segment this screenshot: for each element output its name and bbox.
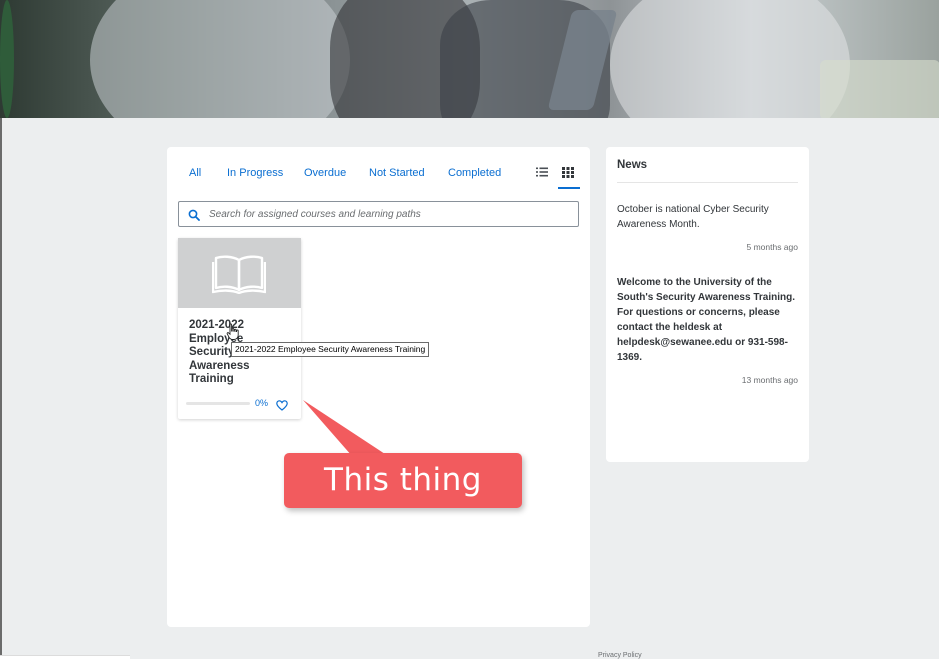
news-title: News	[617, 159, 648, 171]
course-thumbnail	[178, 238, 301, 308]
grid-icon[interactable]	[558, 165, 580, 189]
tab-overdue[interactable]: Overdue	[304, 167, 346, 179]
tab-completed[interactable]: Completed	[448, 167, 501, 179]
privacy-policy-link[interactable]: Privacy Policy	[598, 652, 642, 659]
course-search-field[interactable]	[178, 201, 579, 227]
hero-banner-image	[0, 0, 939, 118]
annotation-callout: This thing	[284, 453, 522, 508]
tab-not-started[interactable]: Not Started	[369, 167, 425, 179]
tab-all[interactable]: All	[189, 167, 201, 179]
heart-icon[interactable]	[276, 398, 288, 416]
search-input[interactable]	[209, 206, 569, 222]
window-edge	[0, 118, 2, 659]
course-progress-bar	[186, 402, 250, 405]
progress-percentage: 0%	[255, 398, 269, 408]
news-item[interactable]: Welcome to the University of the South's…	[617, 275, 803, 365]
hand-cursor-icon	[226, 323, 240, 346]
annotation-text: This thing	[324, 462, 482, 498]
search-icon	[188, 209, 200, 221]
bottom-strip	[0, 655, 130, 659]
news-timestamp: 13 months ago	[741, 375, 798, 385]
news-item[interactable]: October is national Cyber Security Aware…	[617, 202, 803, 232]
tab-in-progress[interactable]: In Progress	[227, 167, 283, 179]
news-timestamp: 5 months ago	[746, 242, 798, 252]
news-divider	[617, 182, 798, 183]
course-filter-tabs: All In Progress Overdue Not Started Comp…	[167, 147, 590, 189]
list-icon[interactable]	[535, 165, 551, 181]
course-title-tooltip: 2021-2022 Employee Security Awareness Tr…	[231, 342, 430, 357]
book-icon	[212, 255, 266, 294]
news-panel: News October is national Cyber Security …	[606, 147, 809, 462]
courses-panel: All In Progress Overdue Not Started Comp…	[167, 147, 590, 627]
